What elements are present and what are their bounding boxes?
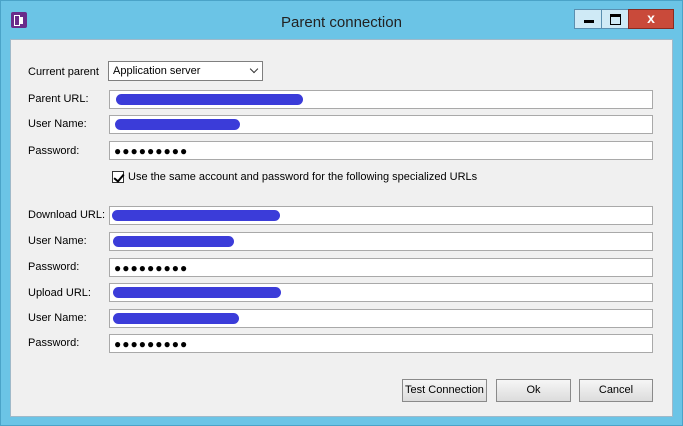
download-url-field[interactable] (109, 206, 653, 225)
parent-url-label: Parent URL: (28, 93, 89, 105)
maximize-button[interactable] (601, 9, 629, 29)
redaction-mark (113, 236, 234, 247)
dialog-body: Current parent Application server Parent… (10, 39, 673, 417)
current-parent-value: Application server (113, 65, 201, 77)
check-icon (113, 171, 125, 183)
test-connection-button[interactable]: Test Connection (402, 379, 487, 402)
upload-url-field[interactable] (109, 283, 653, 302)
download-password-field[interactable]: ●●●●●●●●● (109, 258, 653, 277)
password-label: Password: (28, 145, 80, 157)
same-account-checkbox[interactable] (112, 171, 125, 183)
download-password-mask: ●●●●●●●●● (114, 261, 189, 275)
download-url-label: Download URL: (28, 209, 106, 221)
password-field[interactable]: ●●●●●●●●● (109, 141, 653, 160)
parent-connection-window: Parent connection Current parent Applica… (0, 0, 683, 426)
same-account-checkbox-label[interactable]: Use the same account and password for th… (128, 171, 477, 183)
password-mask: ●●●●●●●●● (114, 144, 189, 158)
parent-url-field[interactable] (109, 90, 653, 109)
current-parent-label: Current parent (28, 66, 99, 78)
user-name-label: User Name: (28, 118, 87, 130)
upload-user-name-field[interactable] (109, 309, 653, 328)
chevron-down-icon (249, 64, 259, 74)
upload-url-label: Upload URL: (28, 287, 91, 299)
redaction-mark (112, 210, 280, 221)
minimize-button[interactable] (574, 9, 602, 29)
current-parent-select[interactable]: Application server (108, 61, 263, 81)
title-bar[interactable]: Parent connection (1, 1, 682, 39)
user-name-field[interactable] (109, 115, 653, 134)
download-password-label: Password: (28, 261, 80, 273)
cancel-button[interactable]: Cancel (579, 379, 653, 402)
redaction-mark (113, 313, 239, 324)
upload-password-label: Password: (28, 337, 80, 349)
ok-button[interactable]: Ok (496, 379, 571, 402)
upload-password-field[interactable]: ●●●●●●●●● (109, 334, 653, 353)
download-user-name-field[interactable] (109, 232, 653, 251)
close-button[interactable] (628, 9, 674, 29)
redaction-mark (116, 94, 303, 105)
upload-password-mask: ●●●●●●●●● (114, 337, 189, 351)
redaction-mark (115, 119, 240, 130)
redaction-mark (113, 287, 281, 298)
download-user-name-label: User Name: (28, 235, 87, 247)
upload-user-name-label: User Name: (28, 312, 87, 324)
